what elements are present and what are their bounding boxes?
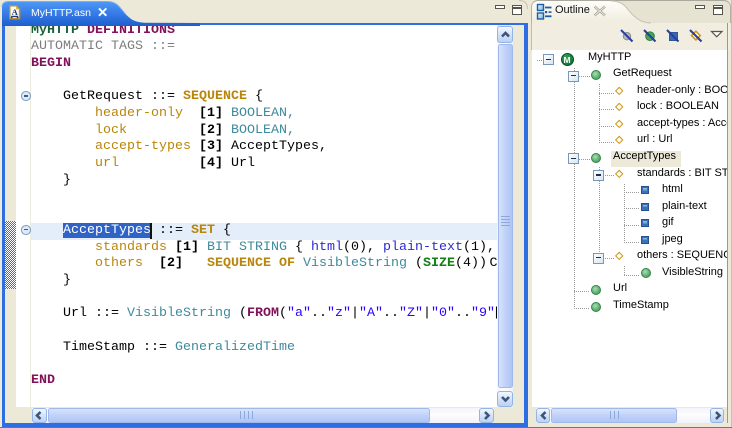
svg-text:A: A — [11, 7, 18, 17]
